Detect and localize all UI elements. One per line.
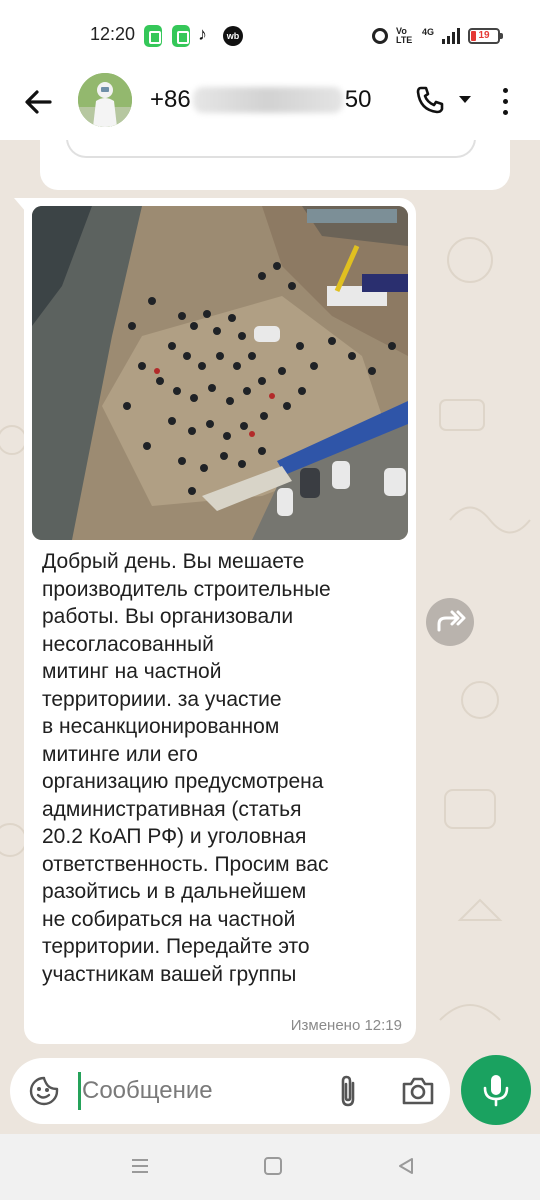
previous-message-bubble: [40, 140, 510, 190]
network-type: 4G: [421, 27, 434, 37]
recent-apps-icon[interactable]: [130, 1156, 150, 1176]
chat-header: +86 50: [0, 70, 540, 140]
system-nav-bar: [0, 1134, 540, 1200]
message-text: Добрый день. Вы мешаете производитель ст…: [42, 550, 331, 986]
forward-button[interactable]: [426, 598, 474, 646]
signal-icon: [442, 28, 460, 44]
message-input[interactable]: [82, 1068, 322, 1114]
back-arrow-icon[interactable]: [20, 84, 56, 120]
more-vert-icon[interactable]: [495, 86, 515, 116]
status-bar: 12:20 ♪ wb Vo LTE 4G 19: [0, 0, 540, 70]
contact-number-prefix: +86: [150, 86, 191, 113]
chevron-down-icon[interactable]: [459, 96, 471, 103]
notification-app-icon: [144, 25, 162, 47]
music-note-icon: ♪: [198, 24, 207, 44]
alarm-icon: [371, 28, 388, 44]
message-edited-time: Изменено 12:19: [290, 1017, 402, 1034]
previous-message-content: [66, 140, 476, 158]
contact-number[interactable]: +86 50: [150, 86, 371, 114]
wb-app-icon: wb: [223, 26, 243, 46]
nav-back-icon[interactable]: [396, 1156, 416, 1176]
battery-icon: 19: [468, 28, 503, 44]
contact-number-suffix: 50: [344, 86, 372, 113]
forward-icon: [437, 610, 466, 632]
mic-icon: [483, 1075, 509, 1107]
message-input-bar: [10, 1058, 450, 1124]
home-icon[interactable]: [264, 1157, 282, 1175]
message-bubble[interactable]: Добрый день. Вы мешаете производитель ст…: [14, 198, 416, 1044]
attach-icon[interactable]: [334, 1073, 362, 1109]
voice-record-button[interactable]: [461, 1055, 531, 1125]
call-icon[interactable]: [414, 84, 446, 116]
camera-icon[interactable]: [400, 1073, 436, 1109]
notification-app-icon: [172, 25, 190, 47]
sticker-icon[interactable]: [28, 1075, 60, 1107]
status-time: 12:20: [90, 24, 136, 44]
avatar[interactable]: [78, 73, 132, 127]
redacted-number: [192, 87, 343, 113]
chat-area[interactable]: Добрый день. Вы мешаете производитель ст…: [0, 140, 540, 1050]
message-photo[interactable]: [32, 206, 408, 540]
text-cursor: [78, 1072, 81, 1110]
volte-icon: Vo LTE: [395, 26, 413, 45]
battery-level: 19: [478, 30, 490, 41]
